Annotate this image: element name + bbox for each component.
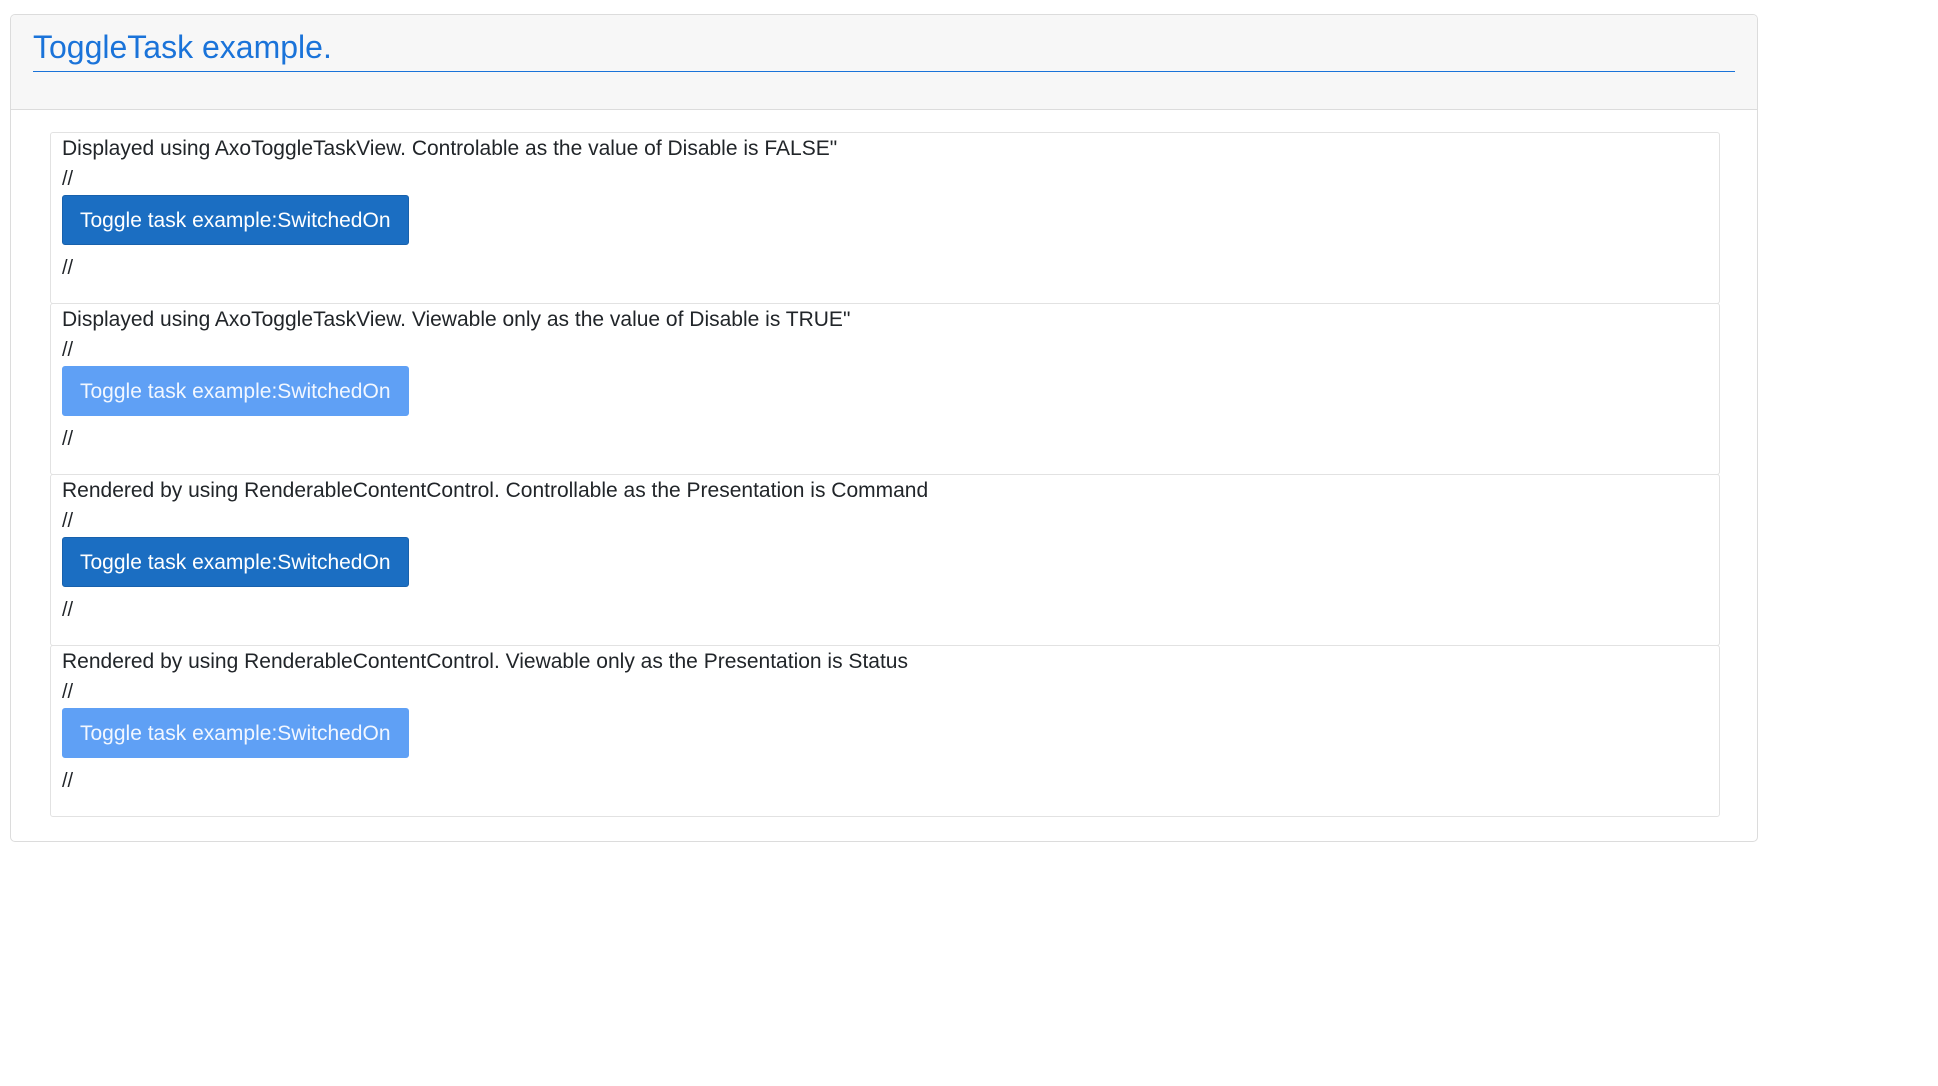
toggle-task-panel-controllable-rcc: Rendered by using RenderableContentContr… [50, 474, 1720, 646]
toggle-task-panel-viewable-view: Displayed using AxoToggleTaskView. Viewa… [50, 303, 1720, 475]
card-body: Displayed using AxoToggleTaskView. Contr… [11, 110, 1757, 817]
panel-description: Rendered by using RenderableContentContr… [62, 650, 908, 673]
toggle-task-button[interactable]: Toggle task example:SwitchedOn [62, 195, 409, 245]
separator-bottom: // [62, 770, 74, 792]
separator-top: // [62, 339, 74, 361]
separator-bottom: // [62, 599, 74, 621]
separator-top: // [62, 681, 74, 703]
toggle-task-button-disabled: Toggle task example:SwitchedOn [62, 708, 409, 758]
toggle-task-card: ToggleTask example. Displayed using AxoT… [10, 14, 1758, 842]
page-title: ToggleTask example. [33, 27, 1735, 72]
separator-bottom: // [62, 428, 74, 450]
panel-description: Rendered by using RenderableContentContr… [62, 479, 929, 502]
toggle-task-button[interactable]: Toggle task example:SwitchedOn [62, 537, 409, 587]
separator-top: // [62, 168, 74, 190]
toggle-task-panel-viewable-rcc: Rendered by using RenderableContentContr… [50, 645, 1720, 817]
panel-description: Displayed using AxoToggleTaskView. Contr… [62, 137, 838, 160]
toggle-task-panel-controllable-view: Displayed using AxoToggleTaskView. Contr… [50, 132, 1720, 304]
panel-description: Displayed using AxoToggleTaskView. Viewa… [62, 308, 851, 331]
separator-top: // [62, 510, 74, 532]
card-header: ToggleTask example. [11, 15, 1757, 110]
separator-bottom: // [62, 257, 74, 279]
toggle-task-button-disabled: Toggle task example:SwitchedOn [62, 366, 409, 416]
